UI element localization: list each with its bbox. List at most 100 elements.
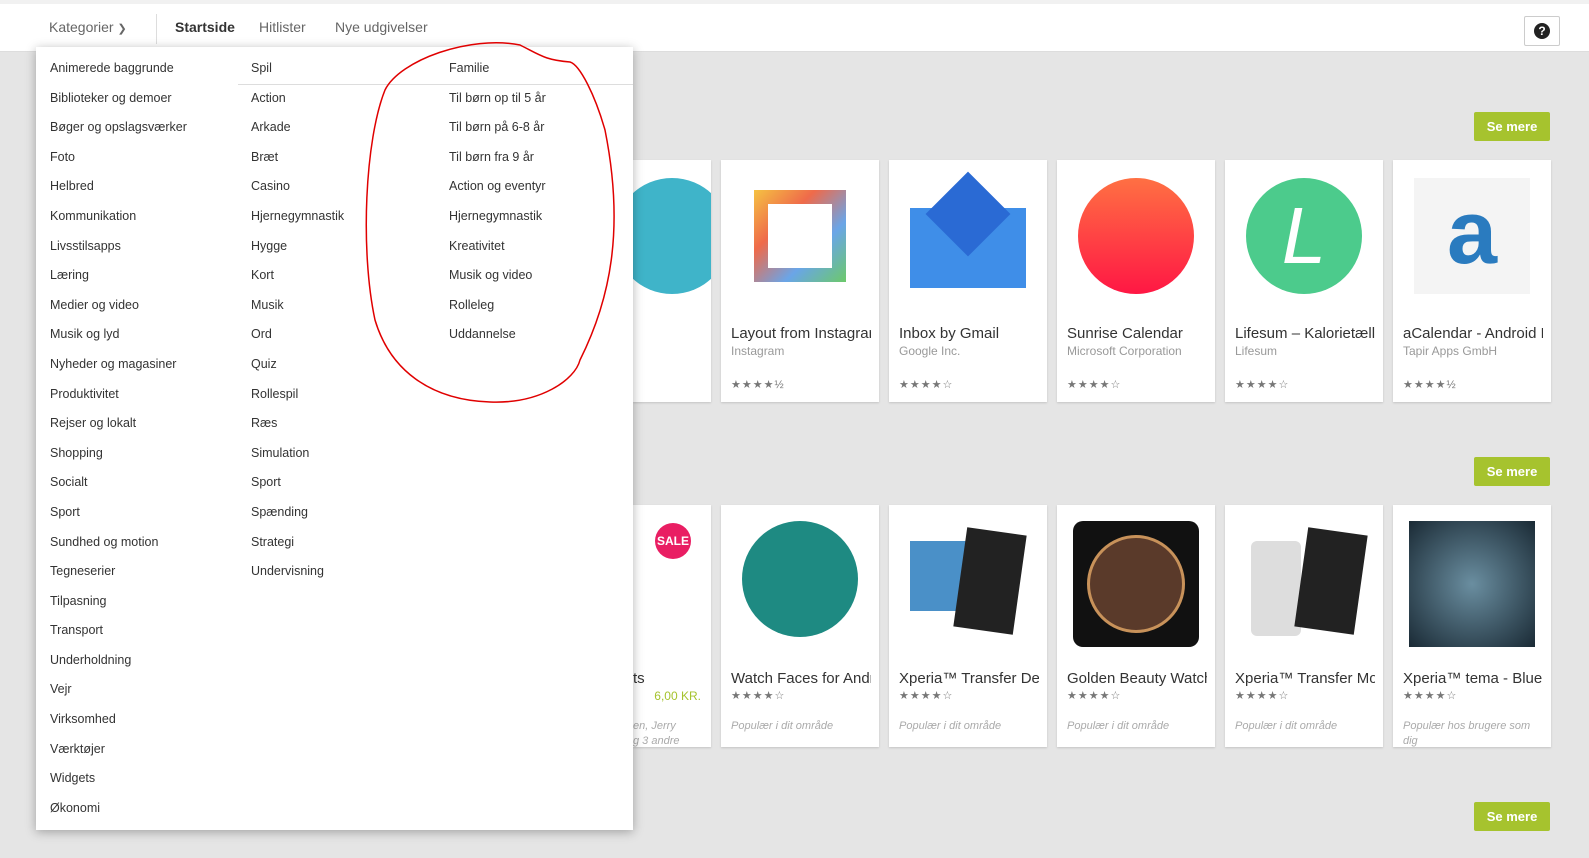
app-icon <box>742 178 858 294</box>
menu-item[interactable]: Musik og video <box>449 267 546 297</box>
app-title: Xperia™ tema - Blue <box>1403 670 1543 687</box>
menu-item[interactable]: Helbred <box>50 178 187 208</box>
menu-item[interactable]: Rolleleg <box>449 297 546 327</box>
menu-item[interactable]: Ord <box>251 326 344 356</box>
menu-item[interactable]: Medier og video <box>50 297 187 327</box>
menu-item[interactable]: Hjernegymnastik <box>449 208 546 238</box>
app-card[interactable]: Layout from Instagram Instagram ★★★★½ <box>721 160 879 402</box>
menu-item[interactable]: Sport <box>251 474 344 504</box>
menu-item[interactable]: Casino <box>251 178 344 208</box>
menu-item[interactable]: Værktøjer <box>50 741 187 771</box>
menu-item[interactable]: Undervisning <box>251 563 344 593</box>
app-developer: Microsoft Corporation <box>1067 344 1182 358</box>
menu-item[interactable]: Spænding <box>251 504 344 534</box>
menu-item[interactable]: Rejser og lokalt <box>50 415 187 445</box>
question-icon: ? <box>1534 23 1550 39</box>
menu-item[interactable]: Spil <box>251 60 344 90</box>
menu-item[interactable]: Til børn på 6-8 år <box>449 119 546 149</box>
menu-item[interactable]: Læring <box>50 267 187 297</box>
app-card[interactable]: Inbox by Gmail Google Inc. ★★★★☆ <box>889 160 1047 402</box>
menu-item[interactable]: Til børn op til 5 år <box>449 90 546 120</box>
menu-item[interactable]: Til børn fra 9 år <box>449 149 546 179</box>
see-more-button[interactable]: Se mere <box>1474 112 1550 141</box>
app-card[interactable]: L Lifesum – Kalorietæller Lifesum ★★★★☆ <box>1225 160 1383 402</box>
menu-item[interactable]: Kreativitet <box>449 238 546 268</box>
menu-item[interactable]: Kommunikation <box>50 208 187 238</box>
categories-dropdown[interactable]: Kategorier ❯ <box>49 19 127 35</box>
app-icon <box>1078 178 1194 294</box>
categories-label: Kategorier <box>49 19 114 35</box>
menu-item[interactable]: Socialt <box>50 474 187 504</box>
app-card[interactable]: Sunrise Calendar Microsoft Corporation ★… <box>1057 160 1215 402</box>
menu-item[interactable]: Shopping <box>50 445 187 475</box>
app-card[interactable]: Golden Beauty Watch Face ★★★★☆ Populær i… <box>1057 505 1215 747</box>
menu-item[interactable]: Kort <box>251 267 344 297</box>
app-card[interactable]: Watch Faces for Android Wear ★★★★☆ Popul… <box>721 505 879 747</box>
menu-item[interactable]: Action <box>251 90 344 120</box>
app-developer: Instagram <box>731 344 785 358</box>
app-card[interactable]: Xperia™ Transfer Desktop ★★★★☆ Populær i… <box>889 505 1047 747</box>
app-card[interactable] <box>633 160 711 402</box>
app-icon <box>910 171 1026 294</box>
see-more-button[interactable]: Se mere <box>1474 802 1550 831</box>
menu-item[interactable]: Livsstilsapps <box>50 238 187 268</box>
app-icon <box>633 178 711 294</box>
menu-item[interactable]: Produktivitet <box>50 386 187 416</box>
app-icon <box>742 521 858 637</box>
menu-item[interactable]: Foto <box>50 149 187 179</box>
categories-menu: Animerede baggrunde Biblioteker og demoer… <box>36 47 633 830</box>
menu-item[interactable]: Transport <box>50 622 187 652</box>
menu-item[interactable]: Widgets <box>50 770 187 800</box>
menu-item[interactable]: Bræt <box>251 149 344 179</box>
menu-item[interactable]: Tilpasning <box>50 593 187 623</box>
menu-item[interactable]: Underholdning <box>50 652 187 682</box>
help-button[interactable]: ? <box>1524 16 1560 46</box>
tab-startside[interactable]: Startside <box>175 19 235 35</box>
menu-item[interactable]: Tegneserier <box>50 563 187 593</box>
app-card[interactable]: SALE ts 6,00 KR. en, Jerry g 3 andre <box>633 505 711 747</box>
star-rating: ★★★★☆ <box>1067 690 1122 702</box>
app-card[interactable]: a aCalendar - Android Kalender Tapir App… <box>1393 160 1551 402</box>
app-icon: a <box>1414 178 1530 294</box>
menu-item[interactable]: Nyheder og magasiner <box>50 356 187 386</box>
menu-item[interactable]: Uddannelse <box>449 326 546 356</box>
menu-item[interactable]: Biblioteker og demoer <box>50 90 187 120</box>
menu-item[interactable]: Ræs <box>251 415 344 445</box>
menu-item[interactable]: Arkade <box>251 119 344 149</box>
menu-item[interactable]: Hygge <box>251 238 344 268</box>
menu-item[interactable]: Rollespil <box>251 386 344 416</box>
app-price: 6,00 KR. <box>654 689 701 703</box>
app-icon <box>1073 521 1199 647</box>
menu-item[interactable]: Vejr <box>50 681 187 711</box>
chevron-down-icon: ❯ <box>117 23 127 35</box>
app-icon <box>910 521 1027 637</box>
app-title: Xperia™ Transfer Desktop <box>899 670 1039 687</box>
menu-item[interactable]: Action og eventyr <box>449 178 546 208</box>
app-card[interactable]: Xperia™ Transfer Mobile ★★★★☆ Populær i … <box>1225 505 1383 747</box>
menu-item[interactable]: Hjernegymnastik <box>251 208 344 238</box>
see-more-button[interactable]: Se mere <box>1474 457 1550 486</box>
star-rating: ★★★★½ <box>731 379 785 391</box>
menu-item[interactable]: Sport <box>50 504 187 534</box>
menu-item[interactable]: Strategi <box>251 534 344 564</box>
menu-item[interactable]: Animerede baggrunde <box>50 60 187 90</box>
menu-item[interactable]: Virksomhed <box>50 711 187 741</box>
menu-item[interactable]: Musik og lyd <box>50 326 187 356</box>
popularity-note: Populær i dit område <box>1235 720 1338 732</box>
menu-item[interactable]: Quiz <box>251 356 344 386</box>
menu-item[interactable]: Familie <box>449 60 546 90</box>
menu-item[interactable]: Bøger og opslagsværker <box>50 119 187 149</box>
app-title: Watch Faces for Android Wear <box>731 670 871 687</box>
app-title: Layout from Instagram <box>731 325 871 342</box>
app-icon: L <box>1246 178 1362 294</box>
popularity-note: Populær i dit område <box>731 720 834 732</box>
tab-nye-udgivelser[interactable]: Nye udgivelser <box>335 19 428 35</box>
star-rating: ★★★★☆ <box>1235 379 1290 391</box>
app-title: Sunrise Calendar <box>1067 325 1183 342</box>
menu-item[interactable]: Økonomi <box>50 800 187 830</box>
menu-item[interactable]: Musik <box>251 297 344 327</box>
menu-item[interactable]: Simulation <box>251 445 344 475</box>
menu-item[interactable]: Sundhed og motion <box>50 534 187 564</box>
tab-hitlister[interactable]: Hitlister <box>259 19 306 35</box>
app-card[interactable]: Xperia™ tema - Blue ★★★★☆ Populær hos br… <box>1393 505 1551 747</box>
